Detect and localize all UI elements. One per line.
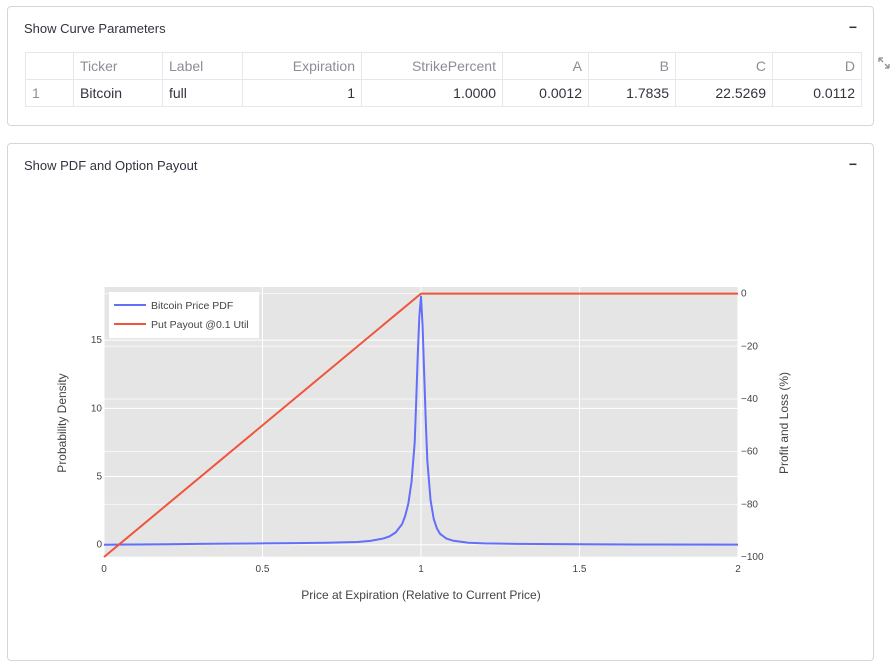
x-tick-label: 2 <box>735 564 741 575</box>
y2-tick-label: −60 <box>741 447 758 458</box>
pdf-payout-chart[interactable]: 0 0.5 1 1.5 2 0 5 10 15 0 −20 −40 −60 −80 −100 Bitcoin… <box>0 0 890 670</box>
y2-tick-label: −40 <box>741 394 758 405</box>
legend[interactable]: Bitcoin Price PDF Put Payout @0.1 Util <box>109 292 259 338</box>
x-tick-label: 1 <box>418 564 424 575</box>
y2-axis-title: Profit and Loss (%) <box>777 372 791 474</box>
x-tick-label: 0.5 <box>256 564 270 575</box>
legend-label-payout[interactable]: Put Payout @0.1 Util <box>151 319 249 331</box>
y-tick-label: 10 <box>91 403 103 414</box>
y2-tick-label: −100 <box>741 552 764 563</box>
y2-tick-label: −20 <box>741 341 758 352</box>
x-tick-label: 0 <box>101 564 107 575</box>
y-tick-label: 15 <box>91 335 103 346</box>
x-tick-label: 1.5 <box>573 564 587 575</box>
legend-label-pdf[interactable]: Bitcoin Price PDF <box>151 300 233 312</box>
x-axis-title: Price at Expiration (Relative to Current… <box>301 588 540 602</box>
y2-tick-label: 0 <box>741 289 747 300</box>
legend-box <box>109 292 259 338</box>
y2-tick-label: −80 <box>741 499 758 510</box>
y-tick-label: 0 <box>96 540 102 551</box>
y-tick-label: 5 <box>96 472 102 483</box>
y-axis-title: Probability Density <box>55 373 69 472</box>
